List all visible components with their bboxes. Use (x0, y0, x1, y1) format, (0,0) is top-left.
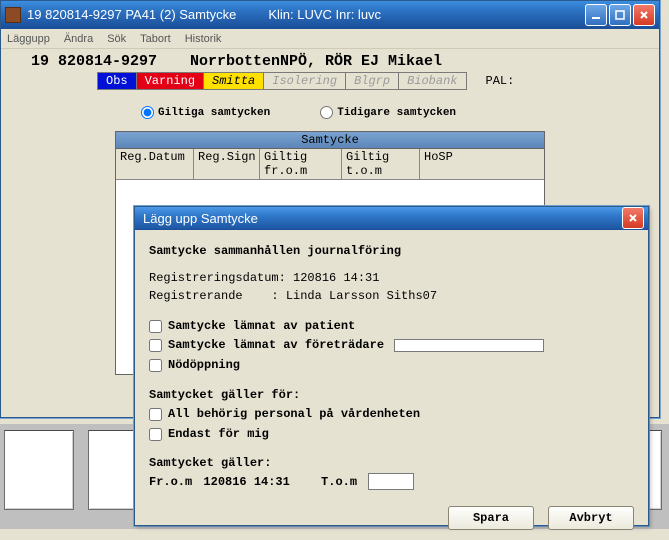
col-giltigfrom[interactable]: Giltig fr.o.m (260, 149, 342, 179)
reg-date-row: Registreringsdatum: 120816 14:31 (149, 269, 634, 288)
chk-row-emerg: Nödöppning (149, 356, 634, 375)
menu-andra[interactable]: Ändra (64, 33, 93, 45)
reg-by-row: Registrerande : Linda Larsson Siths07 (149, 287, 634, 306)
maximize-button[interactable] (609, 4, 631, 26)
chk-row-proxy: Samtycke lämnat av företrädare (149, 336, 634, 355)
to-label: T.o.m (321, 475, 357, 489)
dialog-button-row: Spara Avbryt (135, 500, 648, 540)
status-isolering[interactable]: Isolering (263, 72, 346, 90)
samtycke-column-headers: Reg.Datum Reg.Sign Giltig fr.o.m Giltig … (116, 149, 544, 180)
radio-prev-label: Tidigare samtycken (337, 107, 456, 119)
chk-row-allstaff: All behörig personal på vårdenheten (149, 405, 634, 424)
from-value: 120816 14:31 (203, 475, 289, 489)
validity-label: Samtycket gäller: (149, 454, 634, 473)
validity-row: Fr.o.m 120816 14:31 T.o.m (149, 473, 634, 492)
menu-tabort[interactable]: Tabort (140, 33, 171, 45)
dialog-title: Lägg upp Samtycke (139, 211, 622, 226)
samtycke-panel-title: Samtycke (116, 132, 544, 149)
chk-patient-label: Samtycke lämnat av patient (168, 317, 355, 336)
menu-laggupp[interactable]: Läggupp (7, 33, 50, 45)
from-label: Fr.o.m (149, 475, 192, 489)
chk-onlyme[interactable] (149, 428, 162, 441)
reg-date-value: 120816 14:31 (293, 271, 379, 285)
close-button[interactable] (633, 4, 655, 26)
chk-proxy-label: Samtycke lämnat av företrädare (168, 336, 384, 355)
chk-allstaff[interactable] (149, 408, 162, 421)
col-hosp[interactable]: HoSP (420, 149, 544, 179)
dialog-close-button[interactable] (622, 207, 644, 229)
radio-prev-input[interactable] (320, 106, 333, 119)
patient-info-row: 19 820814-9297 NorrbottenNPÖ, RÖR EJ Mik… (1, 49, 659, 72)
dialog-heading: Samtycke sammanhållen journalföring (149, 242, 634, 261)
chk-proxy[interactable] (149, 339, 162, 352)
dialog-body: Samtycke sammanhållen journalföring Regi… (135, 230, 648, 500)
patient-number: 19 820814-9297 (31, 53, 181, 70)
menu-historik[interactable]: Historik (185, 33, 222, 45)
reg-by-label: Registrerande : (149, 289, 279, 303)
reg-date-label: Registreringsdatum: (149, 271, 286, 285)
minimize-button[interactable] (585, 4, 607, 26)
main-titlebar: 19 820814-9297 PA41 (2) Samtycke Klin: L… (1, 1, 659, 29)
menu-sok[interactable]: Sök (107, 33, 126, 45)
reg-by-value: Linda Larsson Siths07 (286, 289, 437, 303)
radio-valid-input[interactable] (141, 106, 154, 119)
app-icon (5, 7, 21, 23)
col-regsign[interactable]: Reg.Sign (194, 149, 260, 179)
main-title-left: 19 820814-9297 PA41 (2) Samtycke (27, 7, 236, 22)
dialog-lagg-upp-samtycke: Lägg upp Samtycke Samtycke sammanhållen … (134, 206, 649, 526)
applies-to-label: Samtycket gäller för: (149, 386, 634, 405)
col-regdatum[interactable]: Reg.Datum (116, 149, 194, 179)
radio-valid[interactable]: Giltiga samtycken (141, 106, 270, 119)
proxy-name-input[interactable] (394, 339, 544, 352)
col-giltigtom[interactable]: Giltig t.o.m (342, 149, 420, 179)
status-obs[interactable]: Obs (97, 72, 137, 90)
radio-valid-label: Giltiga samtycken (158, 107, 270, 119)
chk-emerg[interactable] (149, 359, 162, 372)
chk-allstaff-label: All behörig personal på vårdenheten (168, 405, 420, 424)
chk-row-onlyme: Endast för mig (149, 425, 634, 444)
chk-row-patient: Samtycke lämnat av patient (149, 317, 634, 336)
status-smitta[interactable]: Smitta (203, 72, 264, 90)
status-row: Obs Varning Smitta Isolering Blgrp Bioba… (1, 72, 659, 90)
status-biobank[interactable]: Biobank (398, 72, 466, 90)
footer-slab-1 (4, 430, 74, 510)
status-varning[interactable]: Varning (136, 72, 204, 90)
main-title-right: Klin: LUVC Inr: luvc (268, 7, 585, 22)
radio-prev[interactable]: Tidigare samtycken (320, 106, 456, 119)
menubar: Läggupp Ändra Sök Tabort Historik (1, 29, 659, 49)
status-blgrp[interactable]: Blgrp (345, 72, 399, 90)
chk-patient[interactable] (149, 320, 162, 333)
dialog-titlebar: Lägg upp Samtycke (135, 207, 648, 230)
patient-name: NorrbottenNPÖ, RÖR EJ Mikael (190, 53, 442, 70)
radio-row: Giltiga samtycken Tidigare samtycken (1, 90, 659, 127)
cancel-button[interactable]: Avbryt (548, 506, 634, 530)
chk-onlyme-label: Endast för mig (168, 425, 269, 444)
pal-label: PAL: (486, 74, 515, 88)
to-input[interactable] (368, 473, 414, 490)
save-button[interactable]: Spara (448, 506, 534, 530)
chk-emerg-label: Nödöppning (168, 356, 240, 375)
